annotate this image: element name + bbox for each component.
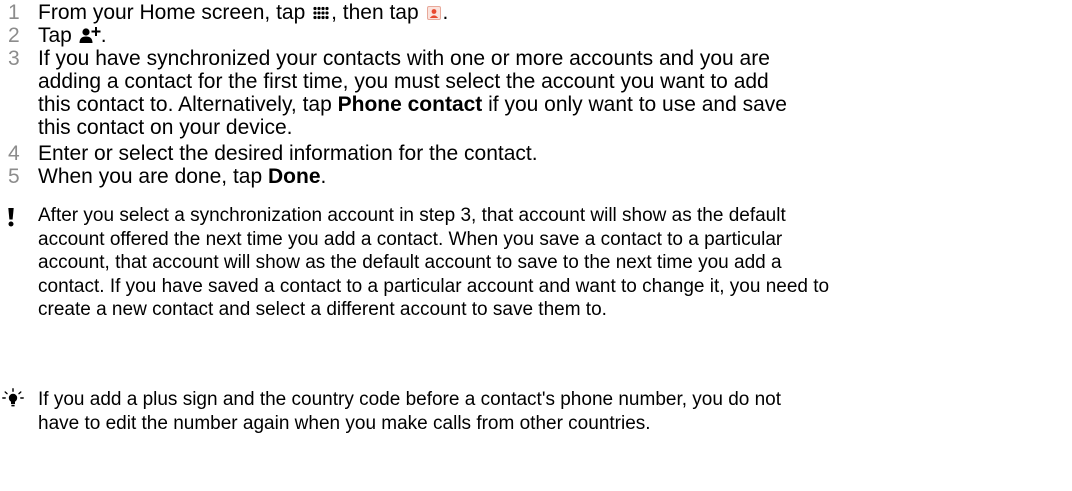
tip-text: If you add a plus sign and the country c… (38, 388, 1068, 435)
note-line: contact. If you have saved a contact to … (38, 275, 830, 297)
step-number: 2 (8, 24, 20, 47)
step-4: 4 Enter or select the desired informatio… (0, 142, 1072, 165)
add-contact-icon (79, 27, 101, 43)
step-text: . (100, 24, 107, 47)
contacts-app-icon (426, 6, 441, 20)
step-number: 5 (8, 165, 20, 188)
app-grid-icon (313, 6, 329, 20)
step-1: 1 From your Home screen, tap , then tap … (0, 1, 1072, 24)
note-text: After you select a synchronization accou… (38, 204, 1068, 322)
step-line: If you have synchronized your contacts w… (38, 47, 770, 70)
note-line: account offered the next time you add a … (38, 228, 783, 250)
step-number: 1 (8, 1, 20, 24)
step-text: . (320, 165, 327, 188)
step-line: adding a contact for the first time, you… (38, 70, 769, 93)
step-number: 3 (8, 47, 20, 70)
step-text: When you are done, tap (38, 165, 268, 188)
step-5: 5 When you are done, tap Done. (0, 165, 1072, 188)
step-text: if you only want to use and save (482, 93, 787, 116)
step-3: 3 If you have synchronized your contacts… (0, 47, 1072, 139)
note-line: create a new contact and select a differ… (38, 299, 607, 320)
step-text: Tap (38, 24, 78, 47)
step-text: From your Home screen, tap (38, 1, 312, 24)
step-text: , then tap (331, 1, 425, 24)
lightbulb-tip-icon (2, 388, 24, 407)
step-2: 2 Tap . (0, 24, 1072, 47)
exclamation-icon (8, 208, 14, 227)
step-text: Enter or select the desired information … (38, 142, 538, 165)
step-text: . (442, 1, 449, 24)
important-note: After you select a synchronization accou… (0, 204, 1072, 322)
ui-label-phone-contact: Phone contact (337, 93, 483, 116)
note-line: After you select a synchronization accou… (38, 205, 786, 226)
note-line: account, that account will show as the d… (38, 252, 782, 273)
step-line: this contact to. Alternatively, tap Phon… (38, 93, 1072, 116)
step-number: 4 (8, 142, 20, 165)
step-text: this contact to. Alternatively, tap (38, 93, 338, 116)
ui-label-done: Done (268, 165, 321, 188)
tip-line: If you add a plus sign and the country c… (38, 389, 782, 410)
tip-line: have to edit the number again when you m… (38, 412, 651, 434)
step-line: this contact on your device. (38, 116, 293, 139)
tip-note: If you add a plus sign and the country c… (0, 388, 1072, 435)
